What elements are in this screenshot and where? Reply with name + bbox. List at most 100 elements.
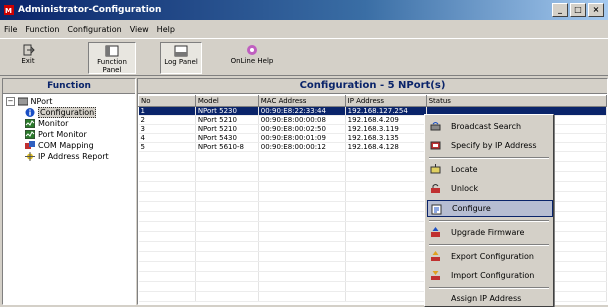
title-bar[interactable]: M Administrator-Configuration _ □ × xyxy=(0,0,608,20)
menu-separator xyxy=(429,157,549,159)
menu-separator xyxy=(429,287,549,289)
exit-button[interactable]: Exit xyxy=(8,42,48,72)
panel-icon xyxy=(105,45,119,57)
online-help-label: OnLine Help xyxy=(230,57,274,65)
maximize-button[interactable]: □ xyxy=(570,3,586,17)
ip-icon xyxy=(430,141,441,150)
menu-item-broadcast-search[interactable]: Broadcast Search xyxy=(427,118,551,135)
menu-view[interactable]: View xyxy=(126,25,153,34)
help-icon xyxy=(247,45,257,55)
cell-ip: 192.168.4.128 xyxy=(345,142,427,152)
tree-item-ip-address-report[interactable]: IP Address Report xyxy=(25,151,109,162)
menu-item-label: Broadcast Search xyxy=(451,122,522,131)
port-monitor-icon xyxy=(25,130,35,139)
menu-item-label: Import Configuration xyxy=(451,271,535,280)
application-window: M Administrator-Configuration _ □ × File… xyxy=(0,0,608,307)
column-mac-address[interactable]: MAC Address xyxy=(257,95,346,107)
log-panel-button[interactable]: Log Panel xyxy=(160,42,202,74)
tree-item-configuration[interactable]: Configuration xyxy=(25,107,97,118)
close-button[interactable]: × xyxy=(588,3,604,17)
menu-item-configure[interactable]: Configure xyxy=(427,200,553,217)
column-status[interactable]: Status xyxy=(425,95,607,107)
configuration-title: Configuration - 5 NPort(s) xyxy=(138,79,607,94)
cell-no: 5 xyxy=(138,142,196,152)
upgrade-icon xyxy=(431,227,440,237)
tree-item-port-monitor[interactable]: Port Monitor xyxy=(25,129,87,140)
cell-ip: 192.168.3.135 xyxy=(345,133,427,143)
tree-item-ip-address-report-label: IP Address Report xyxy=(38,152,109,161)
function-panel-label: Function Panel xyxy=(97,58,127,74)
monitor-icon xyxy=(25,119,35,128)
broadcast-icon xyxy=(430,122,441,131)
tree-root-label: NPort xyxy=(30,97,53,106)
context-menu: Broadcast Search Specify by IP Address L… xyxy=(424,114,554,307)
ip-report-icon xyxy=(25,152,35,161)
log-panel-label: Log Panel xyxy=(164,58,198,66)
function-panel: Function − NPort Configuration Monitor P… xyxy=(2,78,136,305)
cell-ip: 192.168.4.209 xyxy=(345,115,427,125)
function-panel-title: Function xyxy=(3,79,135,94)
menu-bar: File Function Configuration View Help xyxy=(0,21,608,37)
tree-item-configuration-label: Configuration xyxy=(38,107,97,118)
menu-item-import-configuration[interactable]: Import Configuration xyxy=(427,267,551,284)
cell-ip: 192.168.127.254 xyxy=(345,106,427,116)
locate-icon xyxy=(430,164,441,174)
cell-model: NPort 5230 xyxy=(195,106,259,116)
menu-item-export-configuration[interactable]: Export Configuration xyxy=(427,248,551,265)
menu-item-unlock[interactable]: Unlock xyxy=(427,180,551,197)
cell-model: NPort 5210 xyxy=(195,124,259,134)
cell-no: 3 xyxy=(138,124,196,134)
cell-mac: 00:90:E8:22:33:44 xyxy=(258,106,346,116)
menu-item-label: Upgrade Firmware xyxy=(451,228,525,237)
cell-mac: 00:90:E8:00:01:09 xyxy=(258,133,346,143)
menu-item-label: Locate xyxy=(451,165,478,174)
cell-no: 1 xyxy=(138,106,196,116)
svg-text:M: M xyxy=(5,7,12,15)
column-no[interactable]: No xyxy=(138,95,196,107)
collapse-icon[interactable]: − xyxy=(6,97,15,106)
unlock-icon xyxy=(431,184,440,193)
menu-item-upgrade-firmware[interactable]: Upgrade Firmware xyxy=(427,224,551,241)
cell-mac: 00:90:E8:00:00:08 xyxy=(258,115,346,125)
function-panel-button[interactable]: Function Panel xyxy=(88,42,136,74)
menu-function[interactable]: Function xyxy=(21,25,63,34)
column-ip-address[interactable]: IP Address xyxy=(344,95,427,107)
minimize-button[interactable]: _ xyxy=(552,3,568,17)
export-icon xyxy=(431,251,440,261)
tree-item-com-mapping-label: COM Mapping xyxy=(38,141,94,150)
menu-separator xyxy=(429,244,549,246)
tree-item-monitor[interactable]: Monitor xyxy=(25,118,68,129)
menu-item-label: Configure xyxy=(452,204,491,213)
com-mapping-icon xyxy=(25,141,35,149)
info-icon xyxy=(25,108,35,117)
menu-file[interactable]: File xyxy=(0,25,21,34)
tree-item-com-mapping[interactable]: COM Mapping xyxy=(25,140,94,151)
menu-configuration[interactable]: Configuration xyxy=(63,25,125,34)
cell-model: NPort 5610-8 xyxy=(195,142,259,152)
cell-mac: 00:90:E8:00:02:50 xyxy=(258,124,346,134)
menu-item-specify-by-ip[interactable]: Specify by IP Address xyxy=(427,137,551,154)
tree-root-nport[interactable]: − NPort xyxy=(6,96,52,107)
cell-ip: 192.168.3.119 xyxy=(345,124,427,134)
column-model[interactable]: Model xyxy=(194,95,259,107)
app-icon: M xyxy=(4,5,14,15)
cell-no: 2 xyxy=(138,115,196,125)
cell-no: 4 xyxy=(138,133,196,143)
exit-label: Exit xyxy=(21,57,35,65)
tree-item-port-monitor-label: Port Monitor xyxy=(38,130,87,139)
window-title: Administrator-Configuration xyxy=(18,5,162,15)
tree-item-monitor-label: Monitor xyxy=(38,119,69,128)
menu-item-locate[interactable]: Locate xyxy=(427,161,551,178)
toolbar: Exit Function Panel Log Panel OnLine Hel… xyxy=(0,38,608,76)
menu-help[interactable]: Help xyxy=(153,25,179,34)
table-header: No Model MAC Address IP Address Status xyxy=(138,95,607,107)
online-help-button[interactable]: OnLine Help xyxy=(226,42,278,72)
cell-model: NPort 5210 xyxy=(195,115,259,125)
menu-item-label: Assign IP Address xyxy=(451,294,522,303)
menu-item-assign-ip-address[interactable]: Assign IP Address xyxy=(427,290,551,307)
menu-separator xyxy=(429,220,549,222)
menu-item-label: Specify by IP Address xyxy=(451,141,537,150)
cell-model: NPort 5430 xyxy=(195,133,259,143)
configure-icon xyxy=(431,204,442,215)
menu-item-label: Unlock xyxy=(451,184,479,193)
